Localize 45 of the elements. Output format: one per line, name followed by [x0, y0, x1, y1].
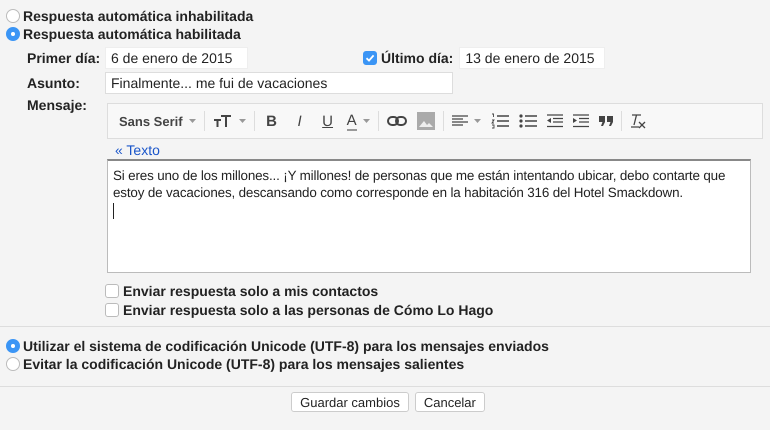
form-button[interactable]: Cancelar	[414, 392, 485, 412]
checkbox-label: Enviar respuesta solo a mis contactos	[123, 282, 378, 298]
plain-text-link[interactable]: « Texto	[115, 142, 160, 158]
clear-formatting-icon	[630, 113, 646, 129]
link-icon	[386, 116, 407, 126]
field-label: Asunto:	[27, 75, 81, 91]
outdent-icon	[546, 114, 563, 128]
subject-field[interactable]: Finalmente... me fui de vacaciones	[105, 72, 453, 94]
radio-label: Respuesta automática inhabilitada	[23, 8, 254, 24]
indent-icon	[572, 114, 589, 128]
radio-label: Respuesta automática habilitada	[23, 26, 241, 42]
numbered-list-icon	[490, 113, 509, 129]
quote-icon	[598, 116, 613, 126]
caret-icon	[362, 119, 370, 123]
form-button[interactable]: Guardar cambios	[291, 392, 409, 412]
align-left-icon	[452, 115, 468, 127]
caret-icon	[474, 119, 481, 123]
font-dropdown[interactable]: Sans Serif	[114, 109, 201, 133]
field-label: Mensaje:	[27, 97, 88, 113]
radio-label: Utilizar el sistema de codificación Unicode (UTF-8) para los mensajes enviados	[23, 338, 549, 354]
radio-button[interactable]	[6, 339, 20, 353]
radio-button[interactable]	[6, 357, 20, 371]
radio-label: Evitar la codificación Unicode (UTF-8) para los mensajes salientes	[23, 356, 464, 372]
checkbox[interactable]	[363, 51, 377, 65]
text-color-button[interactable]: A	[342, 109, 375, 133]
caret-icon	[188, 119, 196, 123]
radio-button[interactable]	[6, 9, 20, 23]
underline-button[interactable]: U	[314, 109, 342, 133]
field-label: Primer día:	[27, 50, 102, 66]
field-label: Último día:	[381, 50, 454, 66]
date-field[interactable]: 6 de enero de 2015	[105, 47, 248, 69]
checkbox[interactable]	[105, 284, 119, 298]
checkbox[interactable]	[105, 302, 119, 316]
bold-button[interactable]: B	[258, 109, 286, 133]
bulleted-list-icon	[518, 114, 537, 128]
message-editor[interactable]: Si eres uno de los millones... ¡Y millones! de personas que me están intentando ubicar, debo contarte que estoy de vacaciones, descansando como corresponde en la habitación 316 del Hotel Smackdown.	[107, 159, 751, 273]
radio-button[interactable]	[6, 27, 20, 41]
text-cursor	[113, 203, 114, 219]
checkbox-label: Enviar respuesta solo a las personas de Cómo Lo Hago	[123, 302, 494, 318]
caret-icon	[238, 119, 246, 123]
message-text: Si eres uno de los millones... ¡Y millones! de personas que me están intentando ubicar, debo contarte que estoy de vacaciones, descansando como corresponde en la habitación 316 del Hotel Smackdown.	[113, 167, 726, 201]
font-size-icon	[212, 114, 233, 128]
italic-button[interactable]: I	[286, 109, 314, 133]
date-field[interactable]: 13 de enero de 2015	[459, 47, 606, 69]
image-icon	[416, 112, 435, 130]
